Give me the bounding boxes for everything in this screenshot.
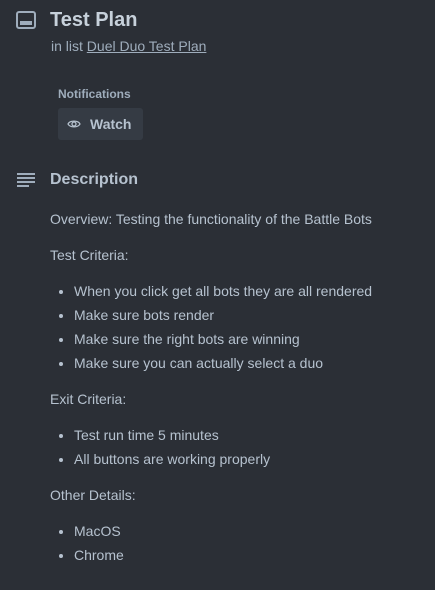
in-list-line: in list Duel Duo Test Plan [51,38,206,54]
eye-icon [67,120,81,128]
exit-criteria-list: Test run time 5 minutes All buttons are … [50,423,420,471]
exit-criteria-label: Exit Criteria: [50,391,127,407]
list-item: Make sure bots render [74,303,420,327]
watch-button-label: Watch [90,116,132,132]
list-item: Make sure the right bots are winning [74,327,420,351]
test-criteria-label: Test Criteria: [50,247,129,263]
description-lines-icon [17,173,35,187]
description-heading: Description [50,171,139,188]
other-details-label: Other Details: [50,487,136,503]
list-item: All buttons are working properly [74,447,420,471]
card-title: Test Plan [50,9,138,31]
list-item: Test run time 5 minutes [74,423,420,447]
card-icon [16,11,36,29]
overview-text: Overview: Testing the functionality of t… [50,211,372,227]
list-name-link[interactable]: Duel Duo Test Plan [87,38,207,54]
notifications-label: Notifications [58,87,131,101]
list-item: Chrome [74,543,420,567]
list-item: MacOS [74,519,420,543]
list-item: Make sure you can actually select a duo [74,351,420,375]
test-criteria-list: When you click get all bots they are all… [50,279,420,375]
in-list-prefix: in list [51,38,83,54]
description-body[interactable]: Overview: Testing the functionality of t… [50,207,420,579]
watch-button[interactable]: Watch [58,108,143,140]
list-item: When you click get all bots they are all… [74,279,420,303]
other-details-list: MacOS Chrome [50,519,420,567]
